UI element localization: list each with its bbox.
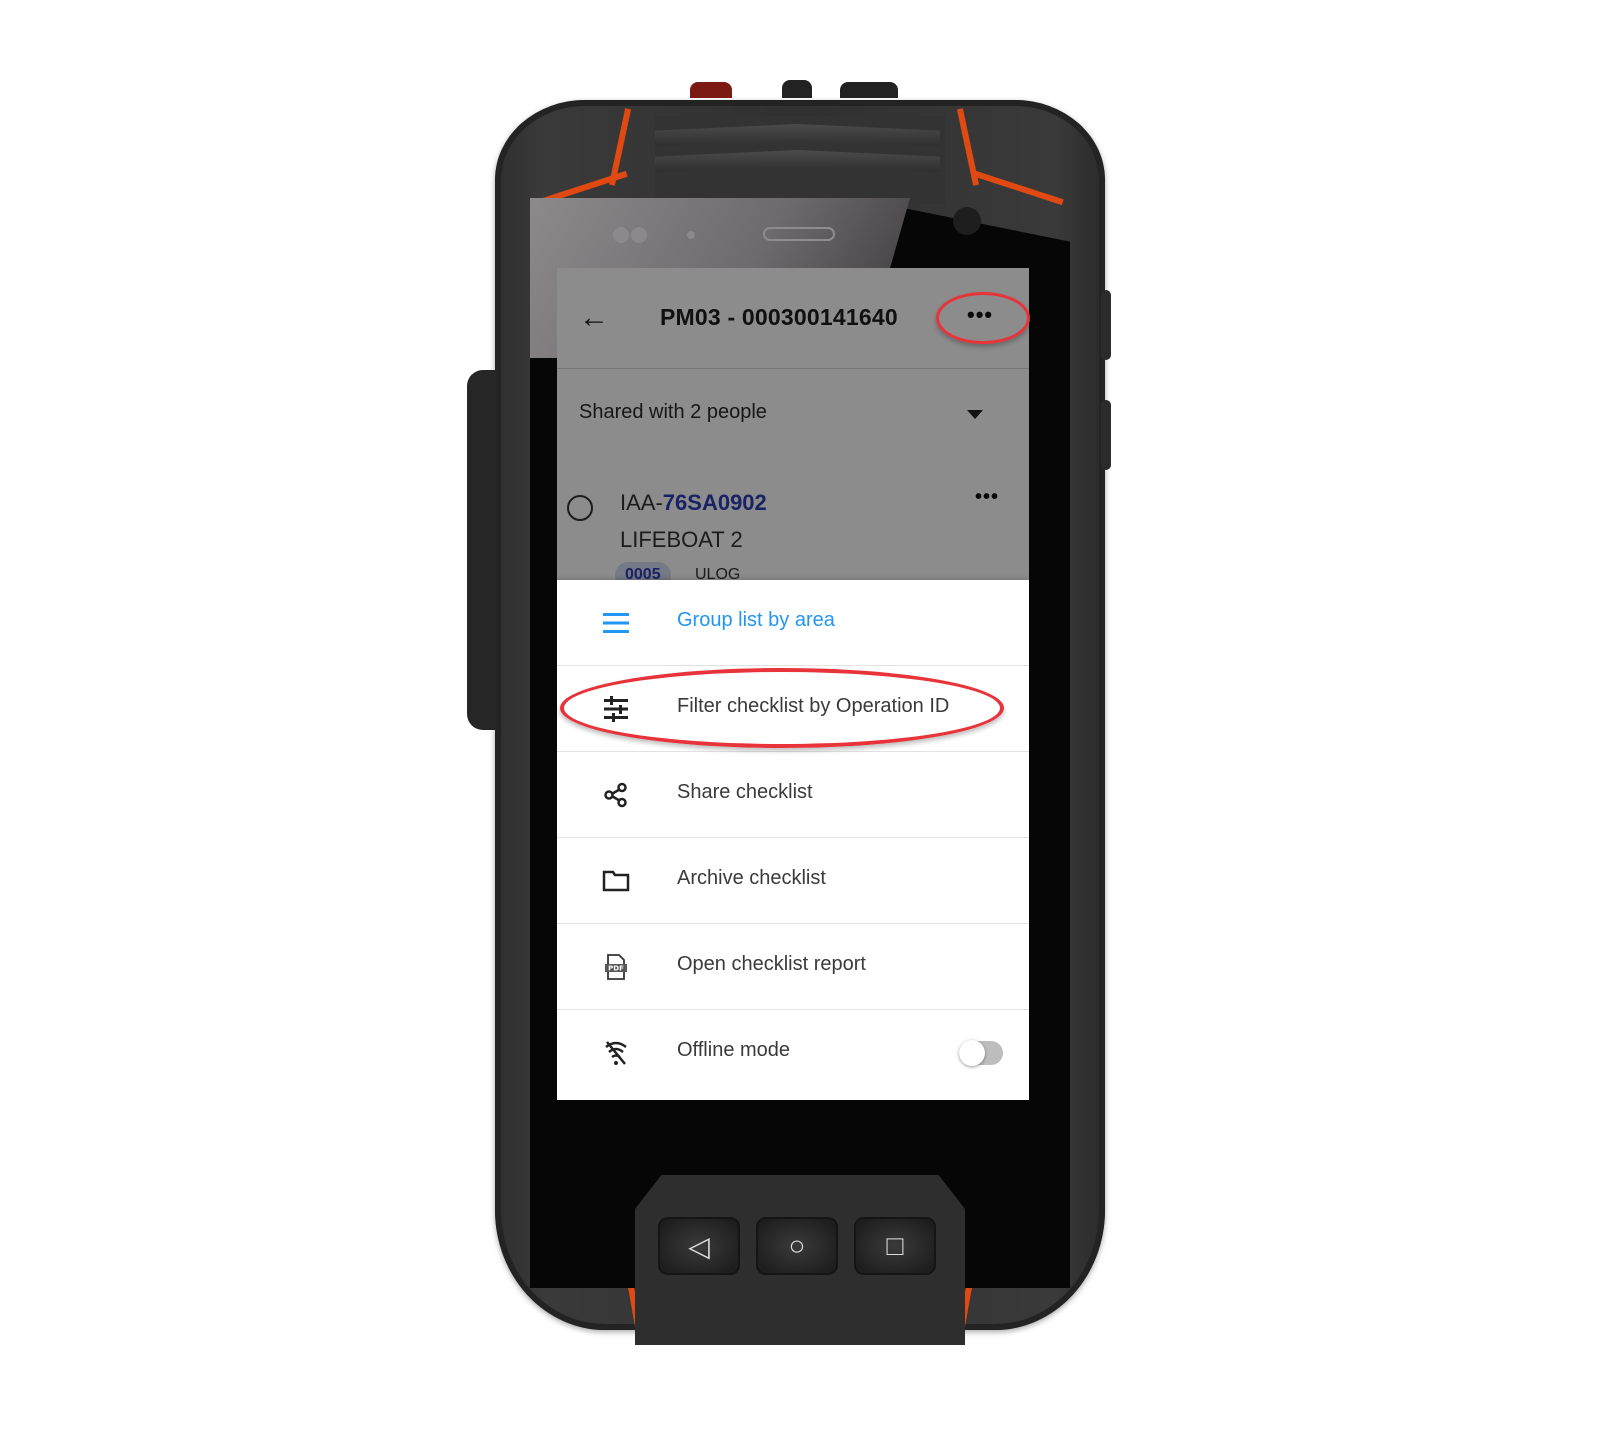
indicator-dot (687, 231, 695, 239)
menu-item-label: Filter checklist by Operation ID (677, 695, 950, 717)
app-screen: ← PM03 - 000300141640 ••• Shared with 2 … (557, 268, 1029, 1100)
toggle-knob (959, 1040, 985, 1066)
item-id: IAA-76SA0902 (620, 490, 767, 516)
home-circle-icon: ○ (788, 1230, 806, 1261)
menu-item-archive-checklist[interactable]: Archive checklist (557, 838, 1029, 924)
menu-item-label: Share checklist (677, 781, 813, 803)
earpiece-speaker (763, 227, 835, 241)
top-right-button[interactable] (840, 82, 898, 98)
menu-item-group-by-area[interactable]: Group list by area (557, 580, 1029, 666)
top-center-button[interactable] (782, 80, 812, 98)
menu-item-label: Offline mode (677, 1039, 791, 1061)
app-bar: ← PM03 - 000300141640 ••• (557, 268, 1029, 369)
pdf-icon: PDF (599, 952, 633, 982)
proximity-sensor (613, 227, 629, 243)
nav-recents-key[interactable]: □ (854, 1217, 936, 1275)
menu-item-share-checklist[interactable]: Share checklist (557, 752, 1029, 838)
side-button-left[interactable] (467, 370, 497, 730)
offline-mode-toggle[interactable] (959, 1040, 1003, 1066)
item-name: LIFEBOAT 2 (620, 527, 743, 552)
svg-text:PDF: PDF (608, 965, 624, 973)
shared-label: Shared with 2 people (579, 401, 767, 423)
recents-square-icon: □ (886, 1230, 904, 1261)
light-sensor (631, 227, 647, 243)
back-triangle-icon: ◁ (688, 1230, 710, 1262)
page-title: PM03 - 000300141640 (660, 304, 898, 330)
folder-icon (599, 866, 633, 896)
front-camera (953, 207, 981, 235)
top-red-button[interactable] (690, 82, 732, 98)
menu-item-filter-by-operation-id[interactable]: Filter checklist by Operation ID (557, 666, 1029, 752)
menu-item-label: Archive checklist (677, 867, 826, 889)
caret-down-icon (967, 410, 983, 419)
nav-home-key[interactable]: ○ (756, 1217, 838, 1275)
back-arrow-icon[interactable]: ← (579, 300, 609, 336)
side-button-right-2[interactable] (1101, 400, 1111, 470)
item-radio-button[interactable] (567, 495, 593, 521)
nav-back-key[interactable]: ◁ (658, 1217, 740, 1275)
menu-item-label: Group list by area (677, 609, 835, 631)
item-id-prefix: IAA- (620, 490, 663, 515)
menu-item-offline-mode[interactable]: Offline mode (557, 1010, 1029, 1096)
share-icon (599, 780, 633, 810)
wifi-off-icon (599, 1038, 633, 1068)
options-bottom-sheet: Group list by area Filter checklist by O… (557, 580, 1029, 1100)
menu-item-label: Open checklist report (677, 953, 866, 975)
tune-icon (599, 694, 633, 724)
item-id-code: 76SA0902 (662, 490, 767, 515)
more-options-icon[interactable]: ••• (967, 298, 993, 332)
menu-item-open-report[interactable]: PDF Open checklist report (557, 924, 1029, 1010)
side-button-right-1[interactable] (1101, 290, 1111, 360)
item-more-options-icon[interactable]: ••• (975, 486, 999, 509)
list-icon (599, 608, 633, 638)
checklist-page: ← PM03 - 000300141640 ••• Shared with 2 … (557, 268, 1029, 588)
